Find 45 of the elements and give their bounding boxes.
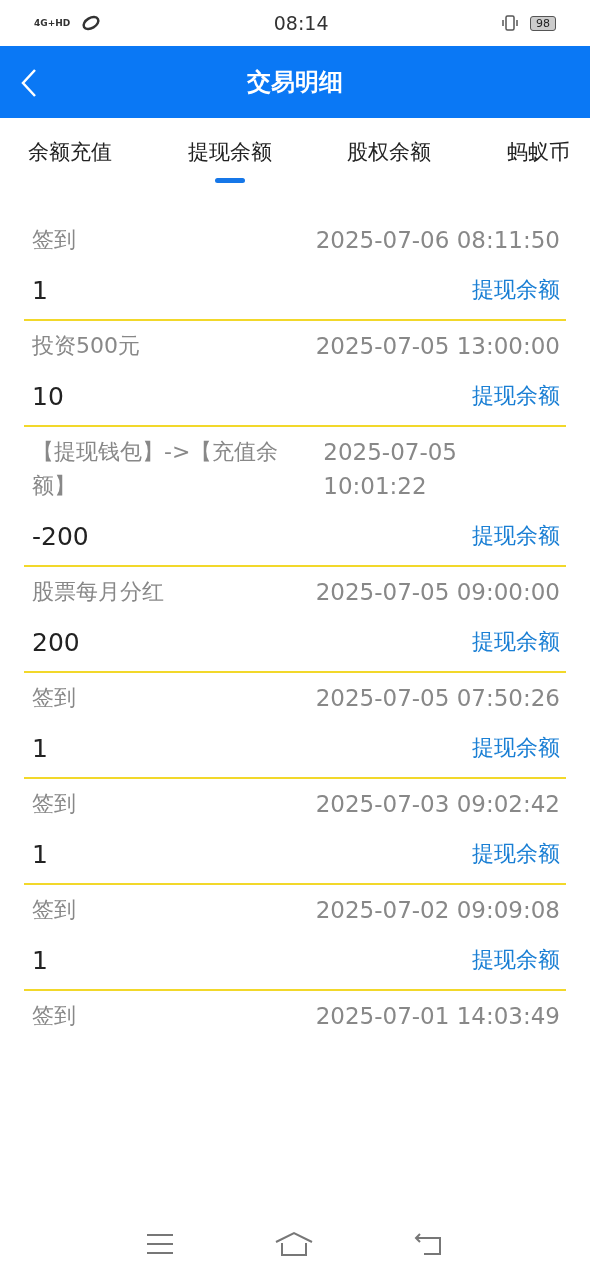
back-icon[interactable] [20,68,38,98]
record-title: 股票每月分红 [32,578,164,606]
menu-icon[interactable] [146,1232,174,1255]
record-amount: 1 [32,733,48,763]
account-link[interactable]: 提现余额 [472,381,560,411]
record-time: 2025-07-06 08:11:50 [315,226,560,255]
record-title: 签到 [32,790,76,818]
account-link[interactable]: 提现余额 [472,733,560,763]
network-label: 4G+HD [34,18,71,28]
battery-indicator: 98 [530,15,556,31]
account-link[interactable]: 提现余额 [472,627,560,657]
signal-icon [80,15,103,31]
tab[interactable]: 提现余额 [187,118,272,190]
record-amount: 200 [32,627,80,657]
tab[interactable]: 余额充值 [28,118,112,190]
record-title: 签到 [32,226,76,254]
record-amount: -200 [32,521,89,551]
record-time: 2025-07-05 07:50:26 [315,684,560,713]
record-time: 2025-07-05 09:00:00 [315,578,560,607]
account-link[interactable]: 提现余额 [472,945,560,975]
home-icon[interactable] [274,1230,314,1257]
record-amount: 1 [32,839,48,869]
record-time: 2025-07-02 09:09:08 [315,896,560,925]
account-link[interactable]: 提现余额 [472,521,560,551]
account-link[interactable]: 提现余额 [472,275,560,305]
record-time: 2025-07-05 10:01:22 [323,438,458,501]
record-time: 2025-07-01 14:03:49 [315,1002,560,1031]
record-title: 签到 [32,896,76,924]
account-link[interactable]: 提现余额 [472,839,560,869]
status-time: 08:14 [272,12,330,34]
record-title: 签到 [32,684,76,712]
record-time: 2025-07-03 09:02:42 [315,790,560,819]
back-icon[interactable] [414,1231,444,1256]
page-title: 交易明细 [247,67,343,98]
vibrate-icon [500,15,520,31]
record-title: 投资500元 [32,332,140,360]
record-title: 【提现钱包】->【充值余额】 [32,438,280,500]
record-amount: 10 [32,381,64,411]
record-time: 2025-07-05 13:00:00 [315,332,560,361]
record-title: 签到 [32,1002,76,1030]
record-amount: 1 [32,945,48,975]
record-amount: 1 [32,275,48,305]
tab[interactable]: 股权余额 [347,118,432,190]
tab[interactable]: 蚂蚁币 [506,118,570,190]
tab-indicator [214,178,245,183]
